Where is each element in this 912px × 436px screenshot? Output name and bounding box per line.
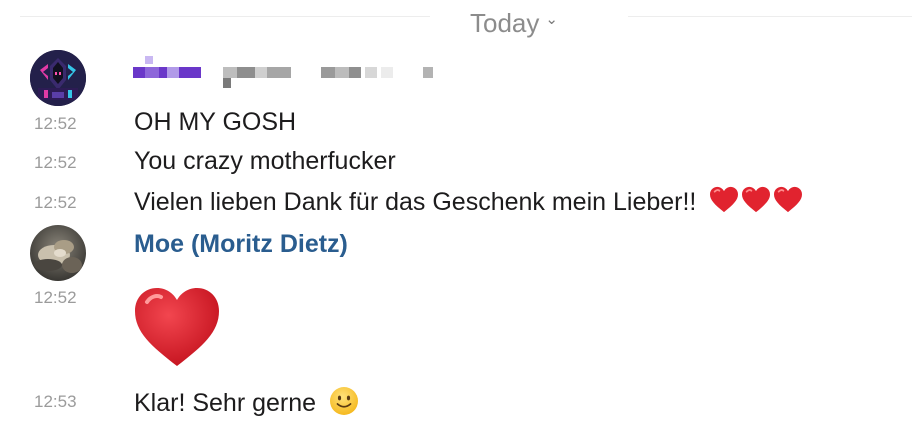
sender-name[interactable]: Moe (Moritz Dietz) [134, 230, 348, 259]
message-text: Klar! Sehr gerne [134, 389, 317, 417]
red-heart-icon [710, 186, 739, 213]
pixel-art-avatar-icon [30, 50, 86, 106]
message-timestamp[interactable]: 12:52 [34, 153, 94, 173]
day-label: Today [470, 7, 540, 38]
avatar-author-2[interactable] [30, 225, 86, 281]
message-row: Klar! Sehr gerne [134, 386, 359, 418]
heart-emoji-group [709, 186, 803, 214]
red-heart-icon [742, 186, 771, 213]
divider-line-left [20, 16, 430, 17]
red-heart-icon [774, 186, 803, 213]
message-row: Vielen lieben Dank für das Geschenk mein… [134, 186, 803, 217]
message-timestamp[interactable]: 12:52 [34, 193, 94, 213]
redacted-author-name [133, 56, 433, 88]
red-heart-icon [135, 288, 219, 366]
message-text: You crazy motherfucker [134, 147, 396, 175]
photo-avatar-icon [30, 225, 86, 281]
day-divider-button[interactable]: Today ⌄ [470, 6, 558, 40]
message-timestamp[interactable]: 12:53 [34, 392, 94, 412]
message-text: Vielen lieben Dank für das Geschenk mein… [134, 188, 697, 216]
slightly-smiling-face-icon [330, 387, 358, 415]
avatar-author-1[interactable] [30, 50, 86, 106]
message-timestamp[interactable]: 12:52 [34, 114, 94, 134]
message-text: OH MY GOSH [134, 108, 297, 136]
day-divider: Today ⌄ [0, 0, 912, 44]
chevron-down-icon: ⌄ [545, 11, 558, 28]
message-timestamp[interactable]: 12:52 [34, 288, 94, 308]
divider-line-right [628, 16, 912, 17]
